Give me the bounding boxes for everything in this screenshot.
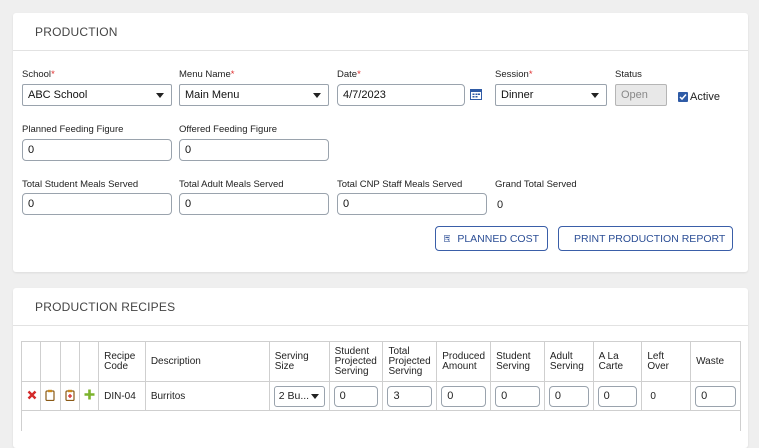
action-column-header: [59, 341, 80, 382]
total-student-label: Total Student Meals Served: [22, 179, 139, 190]
plus-icon[interactable]: [84, 389, 95, 400]
empty-row-cell: [21, 410, 741, 431]
recipes-table: Recipe Code Description Serving Size Stude…: [20, 341, 741, 431]
active-label: Active: [690, 91, 720, 103]
action-column-header: [20, 341, 42, 382]
planned-cost-label: PLANNED COST: [457, 232, 539, 245]
chevron-down-icon: [156, 93, 164, 98]
paste-cell: [59, 381, 80, 411]
print-production-report-button[interactable]: PRINT PRODUCTION REPORT: [558, 226, 733, 251]
student-projected-cell: 0: [328, 381, 384, 411]
date-input[interactable]: 4/7/2023: [337, 84, 465, 106]
total-adult-label: Total Adult Meals Served: [179, 179, 284, 190]
total-cnp-input[interactable]: 0: [337, 193, 487, 215]
school-label: School*: [22, 69, 55, 80]
production-recipes-header: PRODUCTION RECIPES: [13, 288, 748, 326]
a-la-carte-input[interactable]: 0: [597, 385, 638, 407]
recipe-code-header[interactable]: Recipe Code: [98, 341, 146, 382]
calendar-icon[interactable]: [470, 88, 482, 103]
delete-cell: [20, 381, 42, 411]
empty-row: [21, 410, 741, 431]
total-cnp-label: Total CNP Staff Meals Served: [337, 179, 463, 190]
total-student-input[interactable]: 0: [22, 193, 172, 215]
waste-header[interactable]: Waste: [690, 341, 741, 382]
serving-size-value: 2 Bu...: [278, 389, 310, 402]
serving-size-cell: 2 Bu...: [268, 381, 330, 411]
session-select[interactable]: Dinner: [495, 84, 607, 106]
planned-feeding-label: Planned Feeding Figure: [22, 124, 124, 135]
student-serving-input[interactable]: 0: [495, 385, 540, 407]
add-cell: [78, 381, 100, 411]
grand-total-label: Grand Total Served: [495, 179, 577, 190]
grand-total-value: 0: [497, 199, 504, 211]
calculator-icon: [444, 235, 451, 242]
x-icon[interactable]: [27, 390, 37, 400]
serving-size-select[interactable]: 2 Bu...: [273, 385, 325, 407]
adult-serving-input[interactable]: 0: [548, 385, 589, 407]
chevron-down-icon: [310, 393, 319, 399]
status-label: Status: [615, 69, 642, 80]
serving-size-header[interactable]: Serving Size: [268, 341, 330, 382]
action-column-header: [78, 341, 100, 382]
production-header: PRODUCTION: [13, 13, 748, 51]
copy-cell: [40, 381, 61, 411]
description-cell: Burritos: [144, 381, 270, 411]
school-select[interactable]: ABC School: [22, 84, 172, 106]
clipboard-plus-icon[interactable]: [64, 389, 75, 401]
planned-cost-button[interactable]: PLANNED COST: [435, 226, 548, 251]
waste-cell: 0: [690, 381, 741, 411]
chevron-down-icon: [313, 93, 321, 98]
check-icon: [679, 94, 687, 101]
session-value: Dinner: [501, 89, 534, 101]
adult-serving-header[interactable]: Adult Serving: [543, 341, 594, 382]
active-checkbox[interactable]: [678, 92, 688, 102]
a-la-carte-cell: 0: [592, 381, 643, 411]
produced-amount-cell: 0: [436, 381, 492, 411]
chevron-down-icon: [591, 93, 599, 98]
student-serving-cell: 0: [490, 381, 545, 411]
total-adult-input[interactable]: 0: [179, 193, 329, 215]
clipboard-icon[interactable]: [45, 389, 55, 401]
status-field: Open: [615, 84, 667, 106]
student-projected-input[interactable]: 0: [333, 385, 379, 407]
date-label: Date*: [337, 69, 361, 80]
menu-name-value: Main Menu: [185, 89, 240, 101]
menu-name-select[interactable]: Main Menu: [179, 84, 329, 106]
table-row: DIN-04 Burritos 2 Bu... 0 3 0 0 0 0 0 0: [20, 381, 741, 411]
session-label: Session*: [495, 69, 533, 80]
offered-feeding-input[interactable]: 0: [179, 139, 329, 161]
student-projected-header[interactable]: Student Projected Serving: [328, 341, 384, 382]
action-column-header: [40, 341, 61, 382]
recipe-code-cell: DIN-04: [98, 381, 146, 411]
planned-feeding-input[interactable]: 0: [22, 139, 172, 161]
menu-name-label: Menu Name*: [179, 69, 235, 80]
produced-amount-input[interactable]: 0: [441, 385, 487, 407]
table-header-row: Recipe Code Description Serving Size Stude…: [20, 341, 741, 382]
total-projected-header[interactable]: Total Projected Serving: [382, 341, 438, 382]
student-serving-header[interactable]: Student Serving: [490, 341, 545, 382]
total-projected-input[interactable]: 3: [387, 385, 433, 407]
produced-amount-header[interactable]: Produced Amount: [436, 341, 492, 382]
offered-feeding-label: Offered Feeding Figure: [179, 124, 278, 135]
production-recipes-card: PRODUCTION RECIPES Recipe Code Descriptio…: [13, 288, 748, 448]
school-value: ABC School: [28, 89, 88, 101]
waste-input[interactable]: 0: [695, 385, 736, 407]
left-over-cell: 0: [641, 381, 692, 411]
description-header[interactable]: Description: [144, 341, 270, 382]
left-over-header[interactable]: Left Over: [641, 341, 692, 382]
total-projected-cell: 3: [382, 381, 438, 411]
production-card: PRODUCTION School* Menu Name* Date* Sess…: [13, 13, 748, 272]
a-la-carte-header[interactable]: A La Carte: [592, 341, 643, 382]
adult-serving-cell: 0: [543, 381, 594, 411]
print-report-label: PRINT PRODUCTION REPORT: [574, 232, 726, 245]
